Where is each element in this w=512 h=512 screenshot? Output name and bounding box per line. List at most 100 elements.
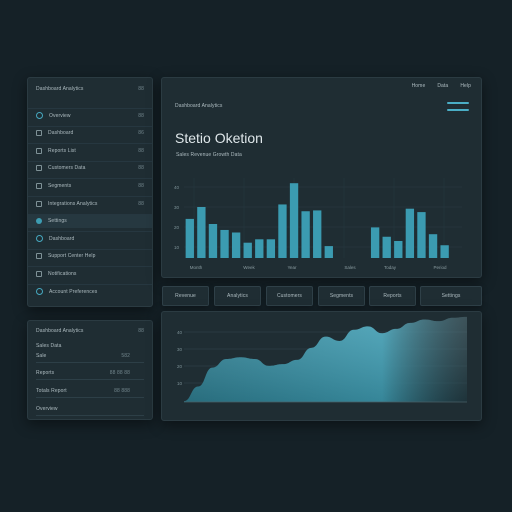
sidebar-item[interactable]: Integrations Analytics 88 [28, 196, 152, 210]
bar-chart: 40 30 20 10 Month Week Year Sales Today Period [174, 178, 462, 270]
y-tick-label: 10 [174, 245, 180, 250]
sidebar-item-label: Dashboard [49, 235, 75, 242]
sidebar-item[interactable]: Support Center Help [28, 248, 152, 263]
filter-button-label: Settings [441, 293, 461, 299]
filter-button-label: Revenue [175, 293, 196, 299]
bar[interactable] [324, 246, 333, 258]
filter-button-label: Segments [329, 293, 354, 299]
bar[interactable] [301, 211, 310, 258]
area-chart: 40 30 20 10 [177, 316, 467, 403]
filter-button-label: Customers [276, 293, 303, 299]
mini-stats-panel: Dashboard Analytics 88 Sales Data Sale 582… [27, 320, 153, 420]
bar[interactable] [208, 224, 218, 258]
bar[interactable] [370, 227, 380, 258]
ring-icon [36, 288, 43, 295]
bar[interactable] [220, 229, 229, 258]
square-icon [36, 147, 42, 154]
square-icon [36, 130, 42, 137]
bar[interactable] [428, 234, 438, 258]
dot-icon [36, 218, 42, 225]
bar[interactable] [231, 232, 241, 259]
sidebar-title-badge: 88 [138, 86, 144, 92]
mini-stat-label: Totals Report [36, 388, 67, 394]
square-icon [36, 200, 42, 207]
sidebar-header: Dashboard Analytics 88 [36, 84, 144, 94]
mini-stat-value: 88 888 [114, 388, 130, 394]
sidebar-item-label: Integrations Analytics [48, 200, 98, 207]
y-tick-label: 10 [177, 381, 183, 386]
bar[interactable] [440, 245, 449, 258]
bar[interactable] [313, 210, 322, 258]
ring-icon [36, 235, 43, 243]
sidebar-item-label: Account Preferences [49, 288, 98, 295]
mini-stat-label: Overview [36, 406, 58, 412]
y-tick-label: 40 [177, 330, 183, 335]
filter-button[interactable]: Settings [420, 286, 482, 306]
sidebar-item[interactable]: Dashboard [28, 231, 152, 245]
x-tick-label: Sales [344, 265, 356, 270]
sidebar-item[interactable]: Dashboard 86 [28, 125, 152, 140]
sidebar-item-label: Customers Data [48, 165, 86, 172]
mini-stat-row: Overview [36, 405, 144, 413]
bar[interactable] [405, 208, 415, 258]
sidebar-panel: Dashboard Analytics 88 Overview 88 Dashboa… [27, 77, 153, 307]
bar[interactable] [255, 239, 264, 258]
filter-button[interactable]: Segments [318, 286, 365, 306]
bar[interactable] [289, 183, 299, 258]
square-icon [36, 253, 42, 260]
sidebar-title: Dashboard Analytics [36, 86, 84, 92]
mini-stat-label: Sales Data [36, 343, 62, 349]
y-tick-label: 20 [174, 225, 180, 230]
y-tick-label: 40 [174, 185, 180, 190]
sidebar-item-label: Overview [49, 112, 71, 119]
x-tick-label: Today [384, 265, 397, 270]
filter-button[interactable]: Revenue [162, 286, 209, 306]
bar[interactable] [266, 239, 276, 258]
bar[interactable] [197, 207, 206, 258]
filter-button[interactable]: Reports [369, 286, 416, 306]
sidebar-item[interactable]: Notifications [28, 266, 152, 280]
sidebar-item-badge: 88 [138, 182, 144, 189]
sidebar-item[interactable]: Settings [28, 213, 152, 228]
sidebar-item[interactable]: Overview 88 [28, 108, 152, 122]
area-shade [184, 316, 467, 402]
mini-stat-row: Totals Report 88 888 [36, 387, 144, 395]
mini-stat-row: Reports 88 88 88 [36, 369, 144, 377]
divider [36, 379, 144, 380]
bar[interactable] [417, 212, 426, 258]
mini-stat-value: 88 88 88 [109, 370, 130, 376]
square-icon [36, 165, 42, 172]
x-tick-label: Month [190, 265, 203, 270]
divider [36, 362, 144, 363]
mini-stat-value: 582 [121, 353, 130, 359]
sidebar-item-badge: 86 [138, 130, 144, 137]
bar[interactable] [382, 236, 391, 258]
bar[interactable] [394, 241, 403, 258]
sidebar-item[interactable]: Segments 88 [28, 178, 152, 192]
sidebar-item[interactable]: Customers Data 88 [28, 160, 152, 175]
mini-title: Dashboard Analytics [36, 328, 84, 334]
y-tick-label: 30 [177, 347, 183, 352]
bar[interactable] [278, 204, 287, 258]
divider [36, 415, 144, 416]
filter-button[interactable]: Customers [266, 286, 313, 306]
sidebar-item-label: Reports List [48, 147, 76, 154]
bar[interactable] [185, 218, 194, 258]
mini-stat-label: Reports [36, 370, 55, 376]
sidebar-item-label: Settings [48, 218, 67, 225]
bar[interactable] [243, 242, 252, 258]
filter-button[interactable]: Analytics [214, 286, 261, 306]
sidebar-item-label: Dashboard [48, 130, 74, 137]
sidebar-item-label: Support Center Help [48, 253, 96, 260]
sidebar-item[interactable]: Reports List 88 [28, 143, 152, 157]
mini-stat-row: Sale 582 [36, 352, 144, 360]
mini-stat-row: Sales Data [36, 342, 144, 350]
y-tick-label: 30 [174, 205, 180, 210]
square-icon [36, 182, 42, 189]
sidebar-item[interactable]: Account Preferences [28, 284, 152, 298]
area-chart-panel: 40 30 20 10 [161, 311, 482, 421]
sidebar-item-label: Segments [48, 182, 72, 189]
sidebar-item-badge: 88 [138, 165, 144, 172]
filter-button-label: Analytics [227, 293, 248, 299]
ring-icon [36, 112, 43, 119]
